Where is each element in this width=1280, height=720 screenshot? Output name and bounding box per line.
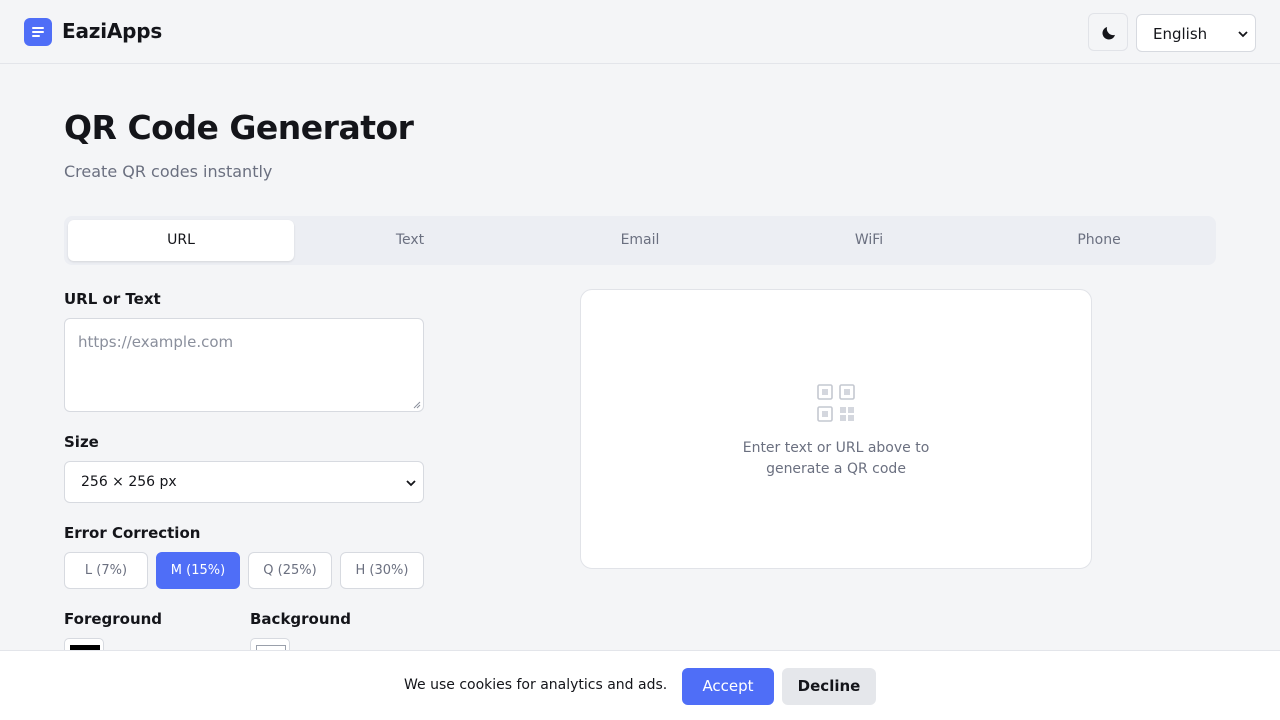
size-select[interactable]: 256 × 256 px <box>64 461 424 503</box>
accept-cookies-button[interactable]: Accept <box>682 668 774 705</box>
tab-phone[interactable]: Phone <box>986 220 1212 261</box>
ec-m-button[interactable]: M (15%) <box>156 552 240 589</box>
url-label: URL or Text <box>64 290 161 308</box>
error-correction-label: Error Correction <box>64 524 201 542</box>
language-select[interactable]: English <box>1136 14 1256 52</box>
language-value: English <box>1153 25 1208 43</box>
moon-icon <box>1102 27 1115 40</box>
chevron-down-icon <box>1238 31 1248 38</box>
ec-l-button[interactable]: L (7%) <box>64 552 148 589</box>
size-label: Size <box>64 433 99 451</box>
chevron-down-icon <box>406 480 416 487</box>
resize-grip-icon[interactable] <box>412 400 421 409</box>
type-tabs: URL Text Email WiFi Phone <box>64 216 1216 265</box>
preview-message-line-2: generate a QR code <box>766 461 906 477</box>
tab-email[interactable]: Email <box>527 220 753 261</box>
background-label: Background <box>250 610 351 628</box>
page-subtitle: Create QR codes instantly <box>64 162 273 181</box>
theme-toggle-button[interactable] <box>1088 13 1128 51</box>
menu-lines-icon[interactable] <box>24 18 52 46</box>
qr-preview-panel: Enter text or URL above to generate a QR… <box>580 289 1092 569</box>
preview-message-line-1: Enter text or URL above to <box>742 440 930 456</box>
foreground-label: Foreground <box>64 610 163 628</box>
brand-name[interactable]: EaziApps <box>62 19 162 43</box>
qr-code-icon <box>817 384 855 422</box>
url-input[interactable]: https://example.com <box>64 318 424 412</box>
ec-h-button[interactable]: H (30%) <box>340 552 424 589</box>
url-placeholder: https://example.com <box>78 333 234 351</box>
page-title: QR Code Generator <box>64 108 414 147</box>
top-header: EaziApps English <box>0 0 1280 64</box>
size-value: 256 × 256 px <box>81 474 177 490</box>
decline-cookies-button[interactable]: Decline <box>782 668 876 705</box>
tab-wifi[interactable]: WiFi <box>756 220 982 261</box>
tab-text[interactable]: Text <box>297 220 523 261</box>
cookie-message: We use cookies for analytics and ads. <box>404 677 668 693</box>
cookie-banner: We use cookies for analytics and ads. Ac… <box>0 650 1280 720</box>
ec-q-button[interactable]: Q (25%) <box>248 552 332 589</box>
tab-url[interactable]: URL <box>68 220 294 261</box>
preview-empty-message: Enter text or URL above to generate a QR… <box>581 438 1091 480</box>
